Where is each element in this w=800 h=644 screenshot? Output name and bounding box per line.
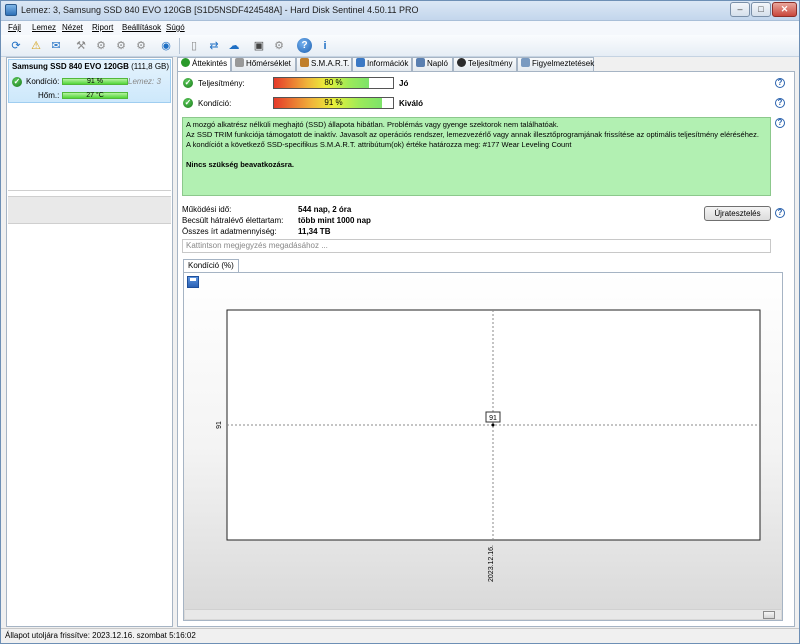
sync-icon[interactable]: ⇄ [205, 37, 223, 55]
data-point [491, 423, 495, 427]
tab-temperature[interactable]: Hőmérséklet [231, 57, 296, 71]
x-tick-label: 2023.12.16. [488, 545, 495, 582]
minimize-button[interactable]: – [730, 2, 750, 17]
title-bar: Lemez: 3, Samsung SSD 840 EVO 120GB [S1D… [1, 1, 799, 21]
gauge-icon [457, 58, 466, 67]
uptime-label: Működési idő: [182, 205, 232, 214]
panel-divider [8, 190, 171, 191]
settings-icon[interactable]: ⚙ [270, 37, 288, 55]
disk-index: Lemez: 3 [128, 77, 161, 86]
check-icon [181, 58, 190, 67]
document-icon[interactable]: ▯ [185, 37, 203, 55]
condition-quality: Kiváló [399, 99, 424, 108]
window-title: Lemez: 3, Samsung SSD 840 EVO 120GB [S1D… [21, 5, 419, 15]
disk-erase-icon[interactable]: ⚙ [132, 37, 150, 55]
tab-smart[interactable]: S.M.A.R.T. [296, 57, 352, 71]
chart-scroll-thumb[interactable] [763, 611, 775, 619]
globe-icon[interactable]: ◉ [157, 37, 175, 55]
condition-bar-main: 91 % [273, 97, 394, 109]
chart-tab-condition[interactable]: Kondíció (%) [183, 259, 239, 273]
disk-tool-icon[interactable]: ⚒ [72, 37, 90, 55]
temperature-bar: 27 °C [62, 92, 128, 99]
menu-disk[interactable]: Lemez [32, 23, 56, 32]
condition-help-icon[interactable]: ? [775, 98, 785, 108]
chart-scrollbar[interactable] [185, 609, 781, 619]
tab-performance[interactable]: Teljesítmény [453, 57, 517, 71]
written-data-label: Összes írt adatmennyiség: [182, 227, 277, 236]
toolbar-separator [179, 38, 180, 54]
network-icon[interactable]: ☁ [225, 37, 243, 55]
menu-settings[interactable]: Beállítások [122, 23, 161, 32]
disk-test-icon[interactable]: ⚙ [92, 37, 110, 55]
disk-check-icon[interactable]: ⚙ [112, 37, 130, 55]
performance-label: Teljesítmény: [198, 79, 245, 88]
toolbar: ⟳ ⚠ ✉ ⚒ ⚙ ⚙ ⚙ ◉ ▯ ⇄ ☁ ▣ ⚙ ? i [1, 35, 799, 57]
thermometer-icon [235, 58, 244, 67]
app-window: Lemez: 3, Samsung SSD 840 EVO 120GB [S1D… [0, 0, 800, 644]
condition-label: Kondíció: [26, 77, 60, 86]
smart-icon [300, 58, 309, 67]
alerts-icon [521, 58, 530, 67]
tab-overview[interactable]: Áttekintés [177, 57, 231, 72]
ok-check-icon: ✓ [12, 77, 22, 87]
overview-content: ✓ Teljesítmény: 80 % Jó ? ✓ Kondíció: 91… [177, 71, 795, 627]
app-icon [5, 4, 17, 16]
empty-panel-area [8, 196, 171, 224]
remaining-life-label: Becsült hátralévő élettartam: [182, 216, 284, 225]
performance-bar: 80 % [273, 77, 394, 89]
info-tab-icon [356, 58, 365, 67]
disk-name: Samsung SSD 840 EVO 120GB (111,8 GB) [11, 62, 170, 71]
message-help-icon[interactable]: ? [775, 118, 785, 128]
menu-view[interactable]: Nézet [62, 23, 83, 32]
condition-label-main: Kondíció: [198, 99, 232, 108]
written-data-value: 11,34 TB [298, 227, 331, 236]
menu-file[interactable]: Fájl [8, 23, 21, 32]
refresh-icon[interactable]: ⟳ [7, 37, 25, 55]
disk-list-panel: Samsung SSD 840 EVO 120GB (111,8 GB) ✓ K… [6, 57, 173, 627]
menu-report[interactable]: Riport [92, 23, 113, 32]
retest-help-icon[interactable]: ? [775, 208, 785, 218]
tab-information[interactable]: Információk [352, 57, 412, 71]
temperature-label: Hőm.: [38, 91, 60, 100]
condition-bar: 91 % [62, 78, 128, 85]
monitor-icon[interactable]: ▣ [250, 37, 268, 55]
condition-value-main: 91 % [324, 98, 343, 107]
log-icon [416, 58, 425, 67]
mail-icon[interactable]: ✉ [47, 37, 65, 55]
alert-icon[interactable]: ⚠ [27, 37, 45, 55]
data-label: 91 [489, 415, 497, 422]
status-message-box: A mozgó alkatrész nélküli meghajtó (SSD)… [182, 117, 771, 196]
message-line: A mozgó alkatrész nélküli meghajtó (SSD)… [186, 120, 559, 129]
disk-entry-selected[interactable]: Samsung SSD 840 EVO 120GB (111,8 GB) ✓ K… [8, 59, 171, 103]
condition-chart: 91 91 2023.12.16. [216, 309, 761, 582]
maximize-button[interactable]: □ [751, 2, 771, 17]
menu-help[interactable]: Súgó [166, 23, 185, 32]
status-bar: Állapot utoljára frissítve: 2023.12.16. … [1, 628, 799, 643]
message-action: Nincs szükség beavatkozásra. [186, 160, 294, 169]
performance-quality: Jó [399, 79, 409, 88]
y-tick-label: 91 [216, 421, 223, 429]
chart-frame: 91 91 2023.12.16. [183, 272, 783, 621]
tab-alerts[interactable]: Figyelmeztetések [517, 57, 594, 71]
note-input[interactable]: Kattintson megjegyzés megadásához ... [182, 239, 771, 253]
help-icon[interactable]: ? [297, 38, 312, 53]
performance-help-icon[interactable]: ? [775, 78, 785, 88]
performance-ok-icon: ✓ [183, 78, 193, 88]
message-line: Az SSD TRIM funkciója támogatott de inak… [186, 130, 759, 139]
retest-button[interactable]: Újratesztelés [704, 206, 771, 221]
message-line: A kondíciót a következő SSD-specifikus S… [186, 140, 572, 149]
close-button[interactable]: ✕ [772, 2, 797, 17]
tab-log[interactable]: Napló [412, 57, 453, 71]
condition-ok-icon: ✓ [183, 98, 193, 108]
performance-value: 80 % [324, 78, 343, 87]
remaining-life-value: több mint 1000 nap [298, 216, 371, 225]
uptime-value: 544 nap, 2 óra [298, 205, 352, 214]
menu-bar: Fájl Lemez Nézet Riport Beállítások Súgó [1, 21, 799, 35]
info-icon[interactable]: i [316, 37, 334, 55]
